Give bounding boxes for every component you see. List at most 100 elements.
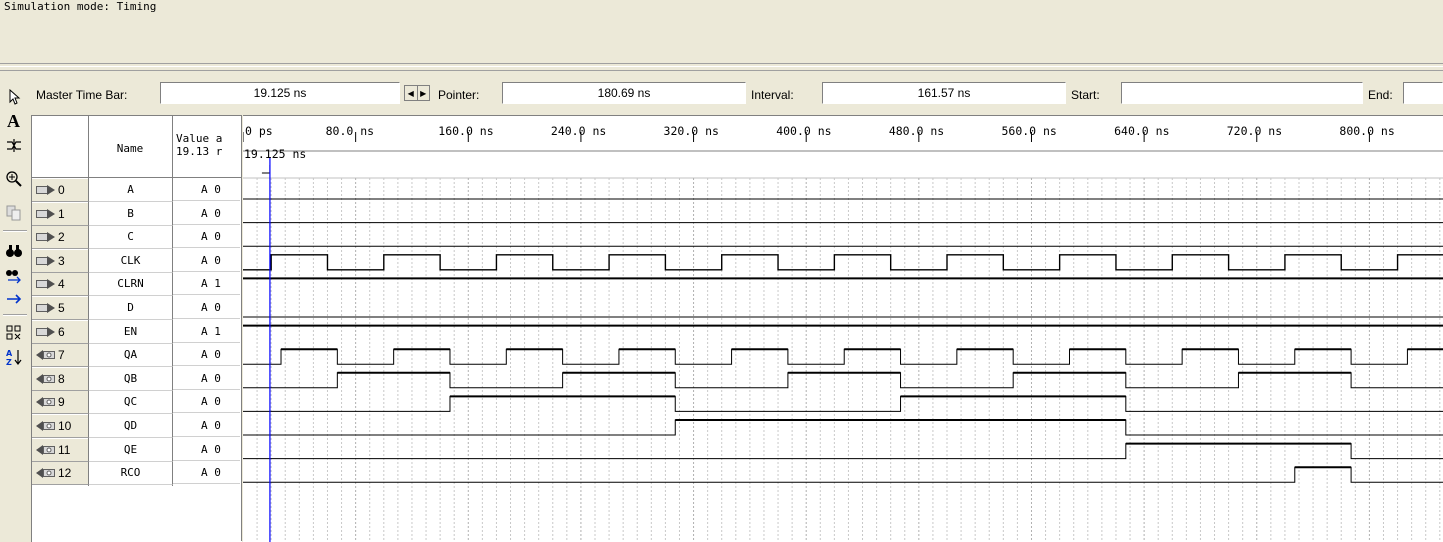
node-name: QE: [89, 438, 173, 462]
sort-icon[interactable]: AZ: [3, 347, 25, 367]
time-label: 400.0 ns: [776, 124, 831, 138]
waveform-display[interactable]: 0 ps 80.0 ns 160.0 ns 240.0 ns 320.0 ns 400.0…: [243, 115, 1443, 542]
row-index-cell: 11: [32, 438, 89, 462]
table-row[interactable]: 6 EN A 1: [32, 320, 240, 344]
interval-label: Interval:: [751, 88, 794, 102]
simulation-mode-message: Simulation mode: Timing: [4, 0, 157, 13]
divider: [0, 63, 1443, 67]
time-label: 640.0 ns: [1114, 124, 1169, 138]
input-pin-icon: [36, 185, 55, 195]
row-index-cell: 3: [32, 249, 89, 273]
table-row[interactable]: 7 QA A 0: [32, 344, 240, 368]
table-row[interactable]: 12 RCO A 0: [32, 462, 240, 486]
node-name: QC: [89, 391, 173, 415]
node-name: D: [89, 297, 173, 320]
node-name: QD: [89, 415, 173, 438]
text-tool-icon[interactable]: A: [3, 111, 25, 131]
node-name: EN: [89, 320, 173, 344]
table-row[interactable]: 1 BA 0: [32, 202, 240, 226]
zoom-icon[interactable]: [3, 169, 25, 189]
table-row[interactable]: 5 DA 0: [32, 297, 240, 320]
row-index-cell: 5: [32, 297, 89, 320]
row-index: 7: [58, 348, 65, 363]
time-label: 160.0 ns: [438, 124, 493, 138]
master-time-bar-field[interactable]: 19.125 ns: [160, 82, 400, 104]
find-icon[interactable]: [3, 241, 25, 261]
node-value: A 0: [173, 368, 240, 390]
svg-text:Z: Z: [6, 358, 12, 366]
node-name: QA: [89, 344, 173, 368]
find-next-icon[interactable]: [3, 265, 25, 285]
node-value: A 0: [173, 179, 240, 201]
output-pin-icon: [36, 350, 55, 361]
toolbar-divider: [3, 230, 27, 232]
node-value: A 0: [173, 391, 240, 414]
row-index: 1: [58, 206, 65, 221]
row-index: 3: [58, 253, 65, 268]
group-icon[interactable]: [3, 323, 25, 343]
signal-waveform-qb: [243, 372, 1443, 389]
node-value: A 0: [173, 226, 240, 249]
start-field[interactable]: [1121, 82, 1363, 104]
time-bar-arrows[interactable]: ◀ ▶: [404, 85, 430, 101]
row-index-cell: 9: [32, 391, 89, 415]
input-pin-icon: [36, 255, 55, 266]
row-index: 9: [58, 395, 65, 410]
row-index-cell: 1: [32, 202, 89, 226]
output-pin-icon: [36, 468, 55, 479]
table-row[interactable]: 2 CA 0: [32, 226, 240, 250]
row-index-cell: 4: [32, 273, 89, 297]
row-index: 11: [58, 442, 71, 457]
row-index: 4: [58, 277, 65, 292]
waveform-editing-icon[interactable]: [3, 135, 25, 155]
node-name: B: [89, 202, 173, 226]
row-index: 6: [58, 324, 65, 339]
waveform-toolbar: A AZ: [0, 85, 30, 541]
goto-icon[interactable]: [3, 289, 25, 309]
output-pin-icon: [36, 373, 55, 384]
table-row[interactable]: 9 QC A 0: [32, 391, 240, 415]
signal-waveform-qc: [243, 395, 1443, 412]
end-label: End:: [1368, 88, 1393, 102]
divider: [0, 70, 1443, 71]
time-bar: Master Time Bar: 19.125 ns ◀ ▶ Pointer: …: [30, 80, 1443, 112]
node-name: RCO: [89, 462, 173, 486]
time-label: 800.0 ns: [1339, 124, 1394, 138]
table-row[interactable]: 10 QD A 0: [32, 415, 240, 438]
input-pin-icon: [36, 208, 55, 219]
node-value: A 0: [173, 297, 240, 319]
signal-waveform-qd: [243, 419, 1443, 436]
row-index: 12: [58, 466, 72, 481]
table-row[interactable]: 8 QB A 0: [32, 367, 240, 391]
pointer-icon[interactable]: [3, 87, 25, 107]
row-index-cell: 2: [32, 226, 89, 250]
time-label: 320.0 ns: [664, 124, 719, 138]
table-row[interactable]: 11 QE A 0: [32, 438, 240, 462]
end-field[interactable]: [1403, 82, 1443, 104]
table-row[interactable]: 4 CLRN A 1: [32, 273, 240, 297]
node-value: A 1: [173, 321, 240, 343]
pointer-label: Pointer:: [438, 88, 480, 102]
arrow-right-icon[interactable]: ▶: [418, 86, 430, 100]
input-pin-icon: [36, 279, 55, 290]
input-pin-icon: [36, 232, 55, 243]
node-value: A 0: [173, 462, 240, 485]
arrow-left-icon[interactable]: ◀: [405, 86, 418, 100]
node-value: A 0: [173, 439, 240, 461]
value-column-header: Value a 19.13 r: [176, 132, 223, 158]
table-row[interactable]: 0 AA 0: [32, 179, 240, 202]
table-row[interactable]: 3 CLK A 0: [32, 249, 240, 273]
time-label: 560.0 ns: [1001, 124, 1056, 138]
time-label: 240.0 ns: [551, 124, 606, 138]
svg-text:A: A: [6, 349, 13, 358]
copy-icon[interactable]: [3, 203, 25, 223]
node-name: CLRN: [89, 273, 173, 297]
output-pin-icon: [36, 421, 55, 431]
input-pin-icon: [36, 326, 55, 337]
time-label: 480.0 ns: [889, 124, 944, 138]
start-label: Start:: [1071, 88, 1100, 102]
row-index: 0: [58, 183, 65, 197]
row-index: 5: [58, 301, 65, 315]
row-index-cell: 6: [32, 320, 89, 344]
pointer-field: 180.69 ns: [502, 82, 746, 104]
